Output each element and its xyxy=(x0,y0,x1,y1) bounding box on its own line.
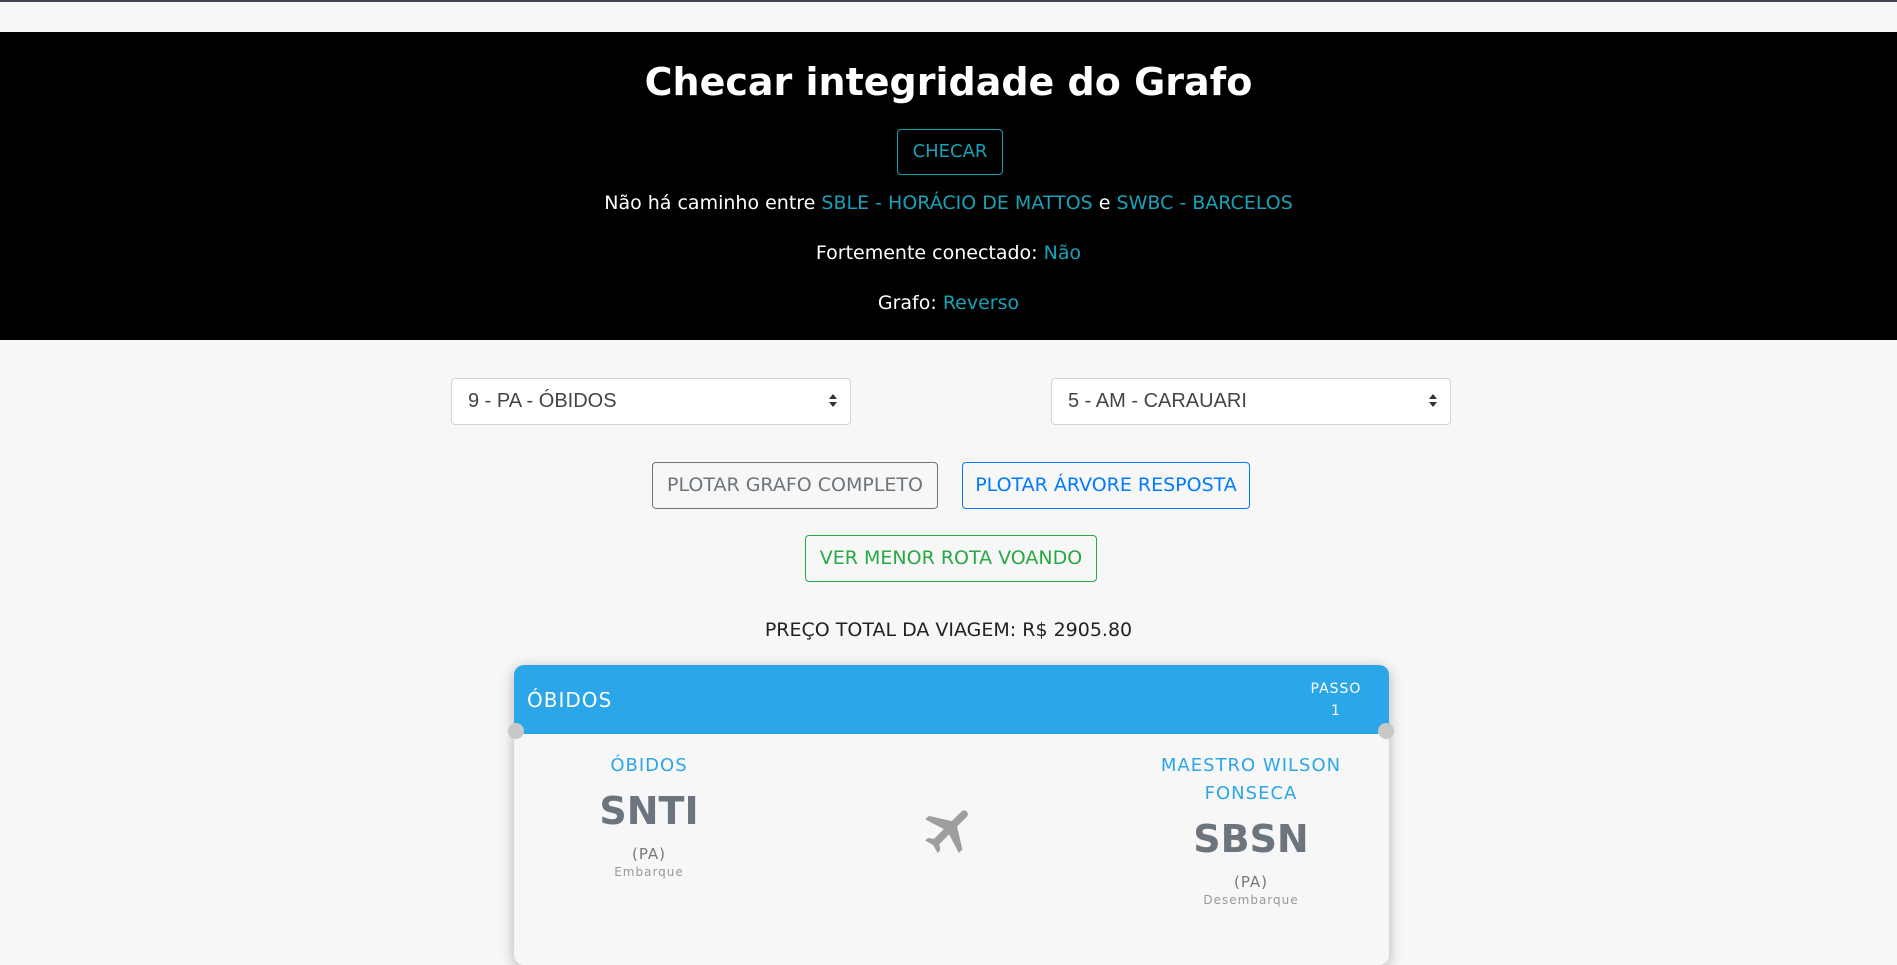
departure-state: (PA) xyxy=(631,845,667,863)
path-and: e xyxy=(1092,192,1117,214)
ticket-header: ÓBIDOS PASSO 1 xyxy=(514,665,1389,734)
step-label: PASSO xyxy=(1310,681,1362,697)
path-status: Não há caminho entre SBLE - HORÁCIO DE M… xyxy=(0,190,1897,216)
path-prefix: Não há caminho entre xyxy=(604,192,822,214)
departure-role: Embarque xyxy=(614,865,684,879)
integrity-panel: Checar integridade do Grafo CHECAR Não h… xyxy=(0,32,1897,340)
strongly-connected-status: Fortemente conectado: Não xyxy=(0,240,1897,266)
top-border xyxy=(0,0,1897,2)
graph-label: Grafo: xyxy=(877,292,943,314)
shortest-route-button[interactable]: VER MENOR ROTA VOANDO xyxy=(805,535,1097,582)
plot-answer-tree-button[interactable]: PLOTAR ÁRVORE RESPOSTA xyxy=(962,462,1250,509)
arrival-airport: MAESTRO WILSON FONSECA SBSN (PA) Desemba… xyxy=(1131,752,1371,908)
arrival-state: (PA) xyxy=(1233,873,1269,891)
ticket-notch-left xyxy=(508,723,524,739)
destination-select[interactable]: 5 - AM - CARAUARI xyxy=(1051,378,1451,425)
path-to-airport: SWBC - BARCELOS xyxy=(1116,192,1293,214)
airplane-icon xyxy=(925,810,968,853)
origin-select[interactable]: 9 - PA - ÓBIDOS xyxy=(451,378,851,425)
page-title: Checar integridade do Grafo xyxy=(644,60,1253,104)
departure-code: SNTI xyxy=(599,789,699,833)
strongly-connected-value: Não xyxy=(1043,242,1082,264)
select-caret-icon xyxy=(1429,394,1437,407)
departure-name: ÓBIDOS xyxy=(610,755,688,776)
strongly-connected-label: Fortemente conectado: xyxy=(815,242,1044,264)
check-button[interactable]: CHECAR xyxy=(897,129,1003,175)
select-caret-icon xyxy=(829,394,837,407)
ticket-city: ÓBIDOS xyxy=(527,688,613,712)
ticket-notch-right xyxy=(1378,723,1394,739)
step-number: 1 xyxy=(1331,703,1341,719)
arrival-name-line2: FONSECA xyxy=(1204,783,1298,804)
plot-full-graph-button[interactable]: PLOTAR GRAFO COMPLETO xyxy=(652,462,938,509)
graph-type-status: Grafo: Reverso xyxy=(0,290,1897,316)
arrival-name-line1: MAESTRO WILSON xyxy=(1160,755,1342,776)
graph-value: Reverso xyxy=(942,292,1020,314)
arrival-code: SBSN xyxy=(1193,817,1309,861)
origin-select-value: 9 - PA - ÓBIDOS xyxy=(468,390,617,412)
arrival-role: Desembarque xyxy=(1203,893,1299,907)
path-from-airport: SBLE - HORÁCIO DE MATTOS xyxy=(821,192,1093,214)
step-indicator: PASSO 1 xyxy=(1301,678,1371,722)
departure-airport: ÓBIDOS SNTI (PA) Embarque xyxy=(549,752,749,880)
destination-select-value: 5 - AM - CARAUARI xyxy=(1068,390,1247,412)
total-price: PREÇO TOTAL DA VIAGEM: R$ 2905.80 xyxy=(764,619,1133,641)
